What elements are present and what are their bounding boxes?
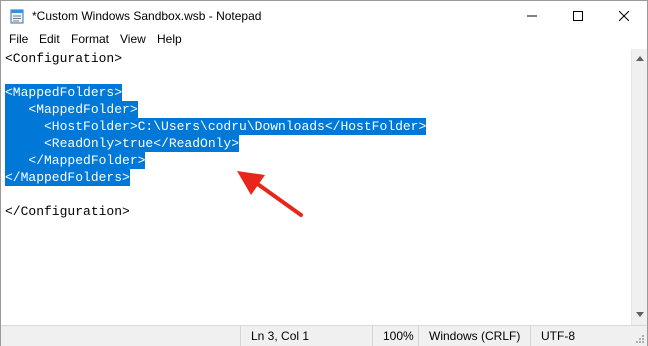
editor-line-selected: <HostFolder>C:\Users\codru\Downloads</Ho… [5,118,427,135]
editor-line-selected: </MappedFolders> [5,169,130,186]
menu-help[interactable]: Help [157,32,182,46]
close-icon [619,11,629,21]
minimize-button[interactable] [509,1,555,31]
editor-line-selected: <ReadOnly>true</ReadOnly> [5,135,240,152]
status-bar: Ln 3, Col 1 100% Windows (CRLF) UTF-8 [1,325,647,346]
zoom-level: 100% [372,326,418,346]
resize-grip-icon[interactable] [633,334,645,346]
editor-line: <Configuration> [5,51,123,66]
minimize-icon [527,15,537,17]
menu-file[interactable]: File [9,32,28,46]
notepad-icon [10,9,24,24]
line-endings: Windows (CRLF) [418,326,530,346]
title-bar: *Custom Windows Sandbox.wsb - Notepad [1,1,647,31]
editor-line-selected: </MappedFolder> [5,152,146,169]
cursor-position: Ln 3, Col 1 [240,326,372,346]
text-editor[interactable]: <Configuration> <MappedFolders> <MappedF… [1,49,631,325]
menu-edit[interactable]: Edit [39,32,60,46]
close-button[interactable] [601,1,647,31]
menu-format[interactable]: Format [71,32,109,46]
maximize-button[interactable] [555,1,601,31]
editor-line-selected: <MappedFolders> [5,84,123,101]
scroll-down-icon[interactable] [636,312,644,317]
maximize-icon [573,11,583,21]
editor-line-selected: <MappedFolder> [5,101,138,118]
editor-line: </Configuration> [5,204,130,219]
menu-bar: File Edit Format View Help [1,31,647,49]
notepad-window: *Custom Windows Sandbox.wsb - Notepad Fi… [0,0,648,346]
annotation-arrow [237,171,303,217]
encoding: UTF-8 [530,326,633,346]
scroll-up-icon[interactable] [636,56,644,61]
window-title: *Custom Windows Sandbox.wsb - Notepad [32,9,262,23]
vertical-scrollbar[interactable] [631,49,647,325]
menu-view[interactable]: View [120,32,146,46]
